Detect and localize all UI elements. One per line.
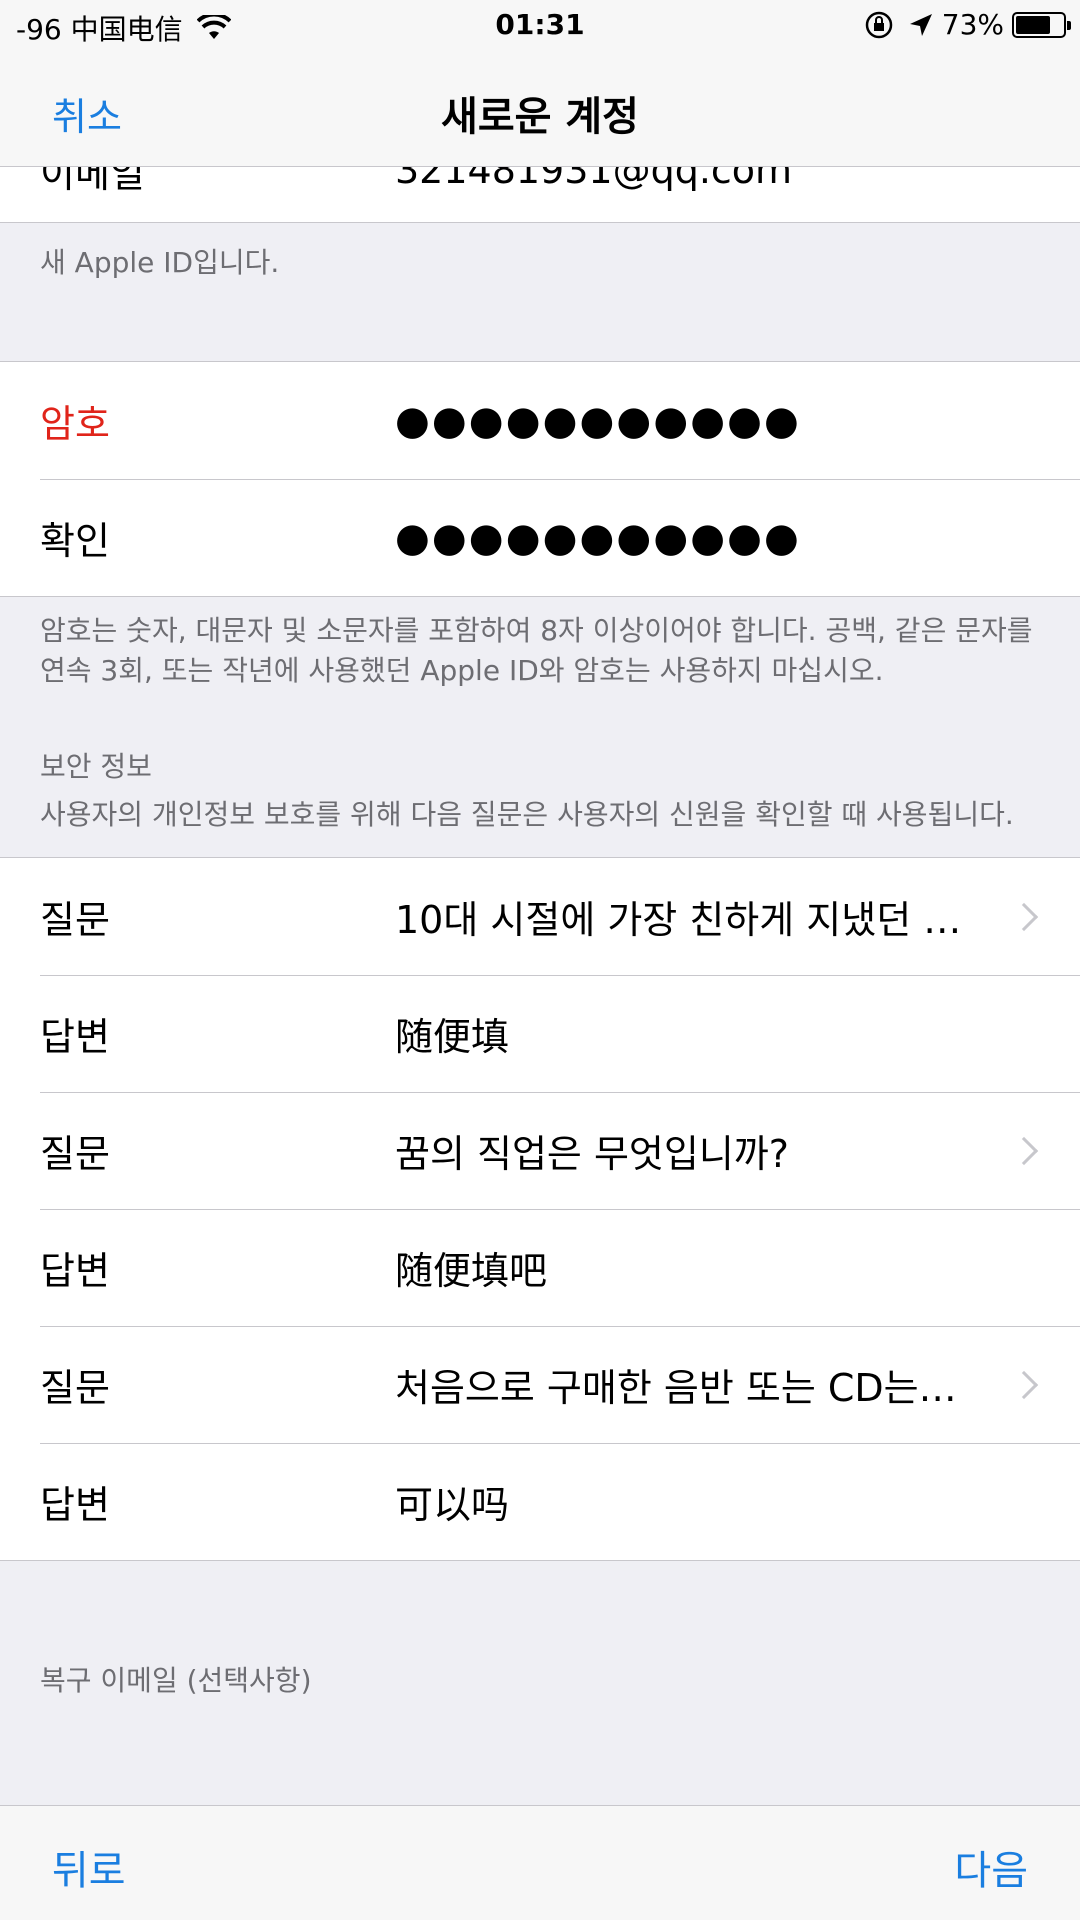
chevron-right-icon — [1009, 1370, 1039, 1399]
password-group: 암호 ●●●●●●●●●●● 확인 ●●●●●●●●●●● — [0, 361, 1080, 597]
confirm-label: 확인 — [40, 519, 110, 563]
page-title: 새로운 계정 — [441, 94, 639, 140]
question-row[interactable]: 질문 처음으로 구매한 음반 또는 CD는… — [0, 1326, 1080, 1443]
confirm-field[interactable]: ●●●●●●●●●●● — [395, 515, 990, 561]
orientation-lock-icon — [865, 11, 893, 38]
question-label: 질문 — [40, 1132, 110, 1176]
battery-fill — [1016, 15, 1050, 34]
next-button[interactable]: 다음 — [954, 1838, 1028, 1896]
security-group: 질문 10대 시절에 가장 친하게 지냈던 … 답변 随便填 질문 꿈의 직업은 무엇입니… — [0, 857, 1080, 1561]
answer-row[interactable]: 답변 随便填 — [0, 975, 1080, 1092]
question-value[interactable]: 10대 시절에 가장 친하게 지냈던 … — [395, 889, 990, 944]
question-value[interactable]: 처음으로 구매한 음반 또는 CD는… — [395, 1357, 990, 1412]
question-row[interactable]: 질문 10대 시절에 가장 친하게 지냈던 … — [0, 858, 1080, 975]
password-label: 암호 — [40, 402, 110, 446]
chevron-right-icon — [1009, 902, 1039, 931]
security-header: 보안 정보 — [40, 750, 152, 783]
status-bar: -96 中国电信 01:31 73% — [0, 0, 1080, 54]
bottom-toolbar: 뒤로 다음 — [0, 1805, 1080, 1920]
password-field[interactable]: ●●●●●●●●●●● — [395, 398, 990, 444]
question-label: 질문 — [40, 898, 110, 942]
battery-percent: 73% — [941, 8, 1004, 41]
nav-bar: 취소 새로운 계정 — [0, 54, 1080, 167]
status-right: 73% — [864, 8, 1071, 41]
back-button[interactable]: 뒤로 — [52, 1838, 126, 1896]
answer-label: 답변 — [40, 1015, 110, 1059]
rescue-email-header: 복구 이메일 (선택사항) — [40, 1664, 312, 1697]
form-content: 이메일 321481931@qq.com 새 Apple ID입니다. 암호 ●… — [0, 117, 1080, 1701]
answer-label: 답변 — [40, 1483, 110, 1527]
question-label: 질문 — [40, 1366, 110, 1410]
question-value[interactable]: 꿈의 직업은 무엇입니까? — [395, 1123, 990, 1178]
battery-icon — [1012, 11, 1071, 38]
answer-label: 답변 — [40, 1249, 110, 1293]
answer-row[interactable]: 답변 随便填吧 — [0, 1209, 1080, 1326]
chevron-right-icon — [1009, 1136, 1039, 1165]
screen: -96 中国电信 01:31 73% 취소 새로운 계정 이메일 3214819… — [0, 0, 1080, 1920]
email-note: 새 Apple ID입니다. — [40, 246, 280, 279]
answer-field[interactable]: 可以吗 — [395, 1474, 990, 1529]
top-bar: -96 中国电信 01:31 73% 취소 새로운 계정 — [0, 0, 1080, 167]
answer-field[interactable]: 随便填 — [395, 1006, 990, 1061]
password-note: 암호는 숫자, 대문자 및 소문자를 포함하여 8자 이상이어야 합니다. 공백… — [40, 614, 1033, 687]
answer-row[interactable]: 답변 可以吗 — [0, 1443, 1080, 1560]
question-row[interactable]: 질문 꿈의 직업은 무엇입니까? — [0, 1092, 1080, 1209]
location-arrow-icon — [909, 13, 932, 36]
answer-field[interactable]: 随便填吧 — [395, 1240, 990, 1295]
confirm-row[interactable]: 확인 ●●●●●●●●●●● — [0, 479, 1080, 596]
security-description: 사용자의 개인정보 보호를 위해 다음 질문은 사용자의 신원을 확인할 때 사… — [40, 798, 1014, 831]
password-row[interactable]: 암호 ●●●●●●●●●●● — [0, 362, 1080, 479]
